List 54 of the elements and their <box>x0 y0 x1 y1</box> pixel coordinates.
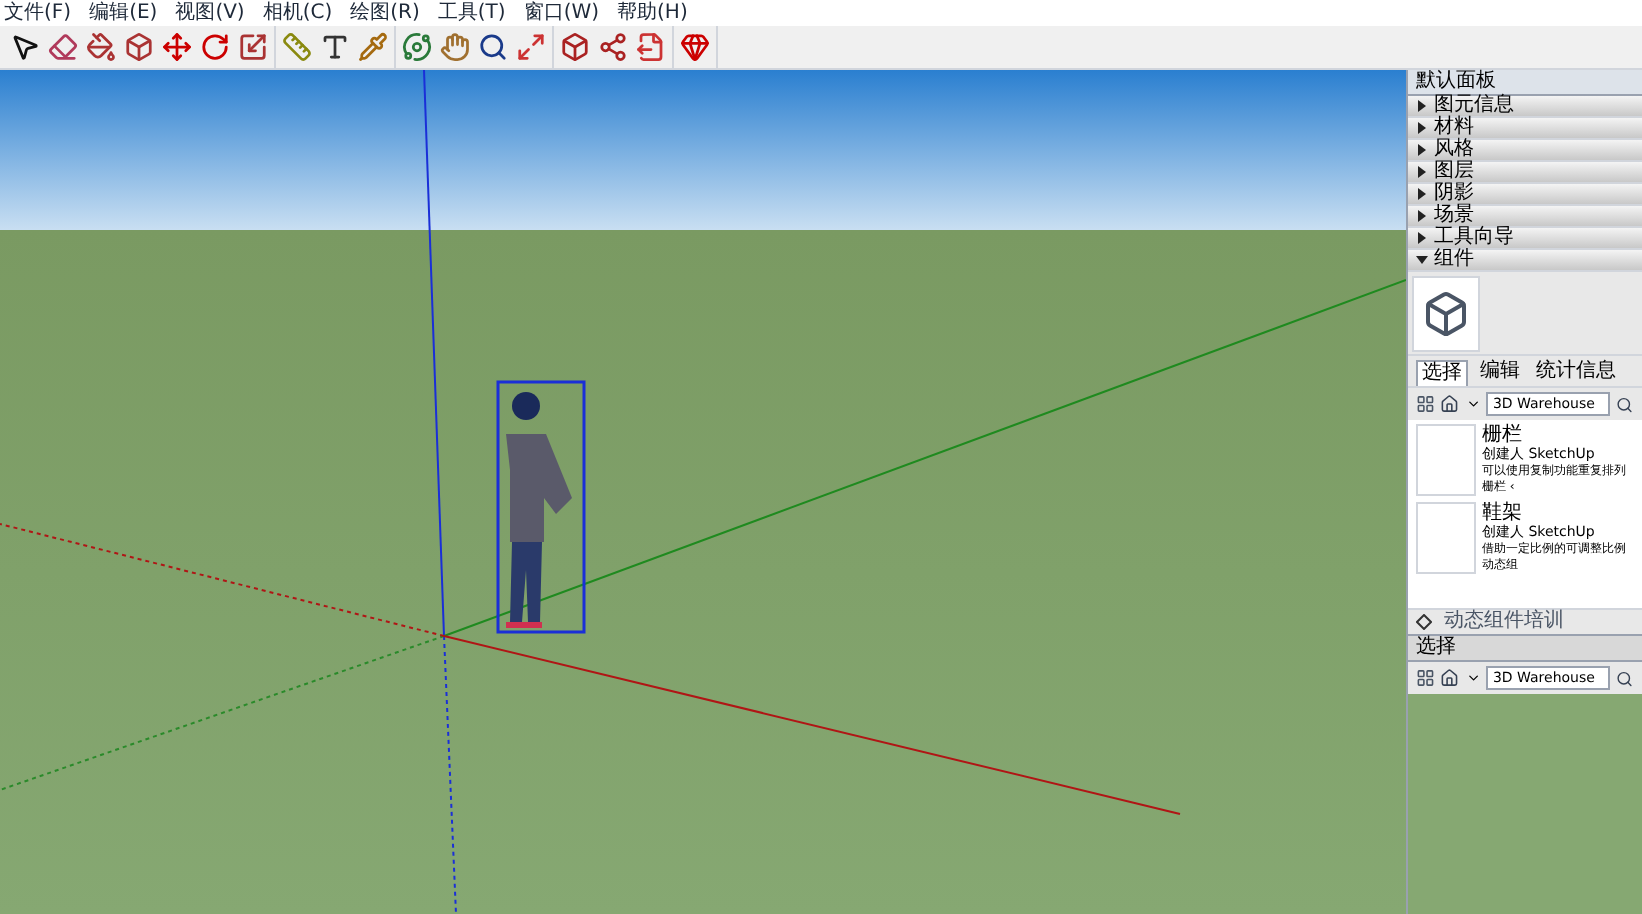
menu-item[interactable]: 窗口(W) <box>523 3 600 23</box>
menu-item[interactable]: 工具(T) <box>437 3 506 23</box>
tab[interactable]: 统计信息 <box>1532 360 1620 386</box>
box-icon[interactable] <box>560 32 590 62</box>
menu-item[interactable]: 帮助(H) <box>617 3 688 23</box>
hand-icon[interactable] <box>440 32 470 62</box>
tray-section-header[interactable]: 图元信息 <box>1408 96 1642 118</box>
tray-section-header[interactable]: 组件 <box>1408 250 1642 272</box>
tray-title: 默认面板 <box>1408 70 1642 96</box>
dropper-icon[interactable] <box>358 32 388 62</box>
gem-icon[interactable] <box>680 32 710 62</box>
component-thumbnail[interactable] <box>1416 424 1476 496</box>
caret-icon[interactable] <box>1465 396 1481 412</box>
expand-icon[interactable] <box>516 32 546 62</box>
component-name: 栅栏 <box>1482 424 1524 446</box>
text-icon[interactable] <box>320 32 350 62</box>
grid-icon[interactable] <box>1416 394 1435 414</box>
export-icon[interactable] <box>636 32 666 62</box>
menu-item[interactable]: 相机(C) <box>262 3 333 23</box>
caret-down-icon <box>1416 254 1428 266</box>
eraser-icon[interactable] <box>48 32 78 62</box>
box-icon[interactable] <box>124 32 154 62</box>
pointer-icon[interactable] <box>10 32 40 62</box>
scale-icon[interactable] <box>238 32 268 62</box>
box-icon <box>1422 290 1470 338</box>
diamond-icon[interactable] <box>1416 614 1432 630</box>
tray-section-header[interactable]: 风格 <box>1408 140 1642 162</box>
search-icon[interactable] <box>1616 669 1634 687</box>
tray-section-header[interactable]: 材料 <box>1408 118 1642 140</box>
menu-item[interactable]: 编辑(E) <box>89 3 158 23</box>
panel-header: 选择 <box>1408 634 1642 662</box>
grid-icon[interactable] <box>1416 668 1435 688</box>
training-link[interactable]: 动态组件培训 <box>1444 612 1564 632</box>
menu-item[interactable]: 文件(F) <box>4 3 72 23</box>
component-name: 鞋架 <box>1482 502 1524 524</box>
share-icon[interactable] <box>598 32 628 62</box>
component-thumbnail[interactable] <box>1416 502 1476 574</box>
orbit-icon[interactable] <box>402 32 432 62</box>
paint-icon[interactable] <box>86 32 116 62</box>
tab[interactable]: 编辑 <box>1476 360 1524 386</box>
rotate-icon[interactable] <box>200 32 230 62</box>
tab[interactable]: 选择 <box>1416 360 1468 386</box>
home-icon[interactable] <box>1440 668 1460 688</box>
zoom-icon[interactable] <box>478 32 508 62</box>
search-icon[interactable] <box>1616 395 1634 413</box>
tray-section-header[interactable]: 工具向导 <box>1408 228 1642 250</box>
menu-item[interactable]: 绘图(R) <box>350 3 420 23</box>
menu-item[interactable]: 视图(V) <box>175 3 245 23</box>
caret-icon[interactable] <box>1465 670 1481 686</box>
home-icon[interactable] <box>1440 394 1460 414</box>
move-icon[interactable] <box>162 32 192 62</box>
tray-section-header[interactable]: 图层 <box>1408 162 1642 184</box>
tray-section-header[interactable]: 场景 <box>1408 206 1642 228</box>
tray-section-header[interactable]: 阴影 <box>1408 184 1642 206</box>
